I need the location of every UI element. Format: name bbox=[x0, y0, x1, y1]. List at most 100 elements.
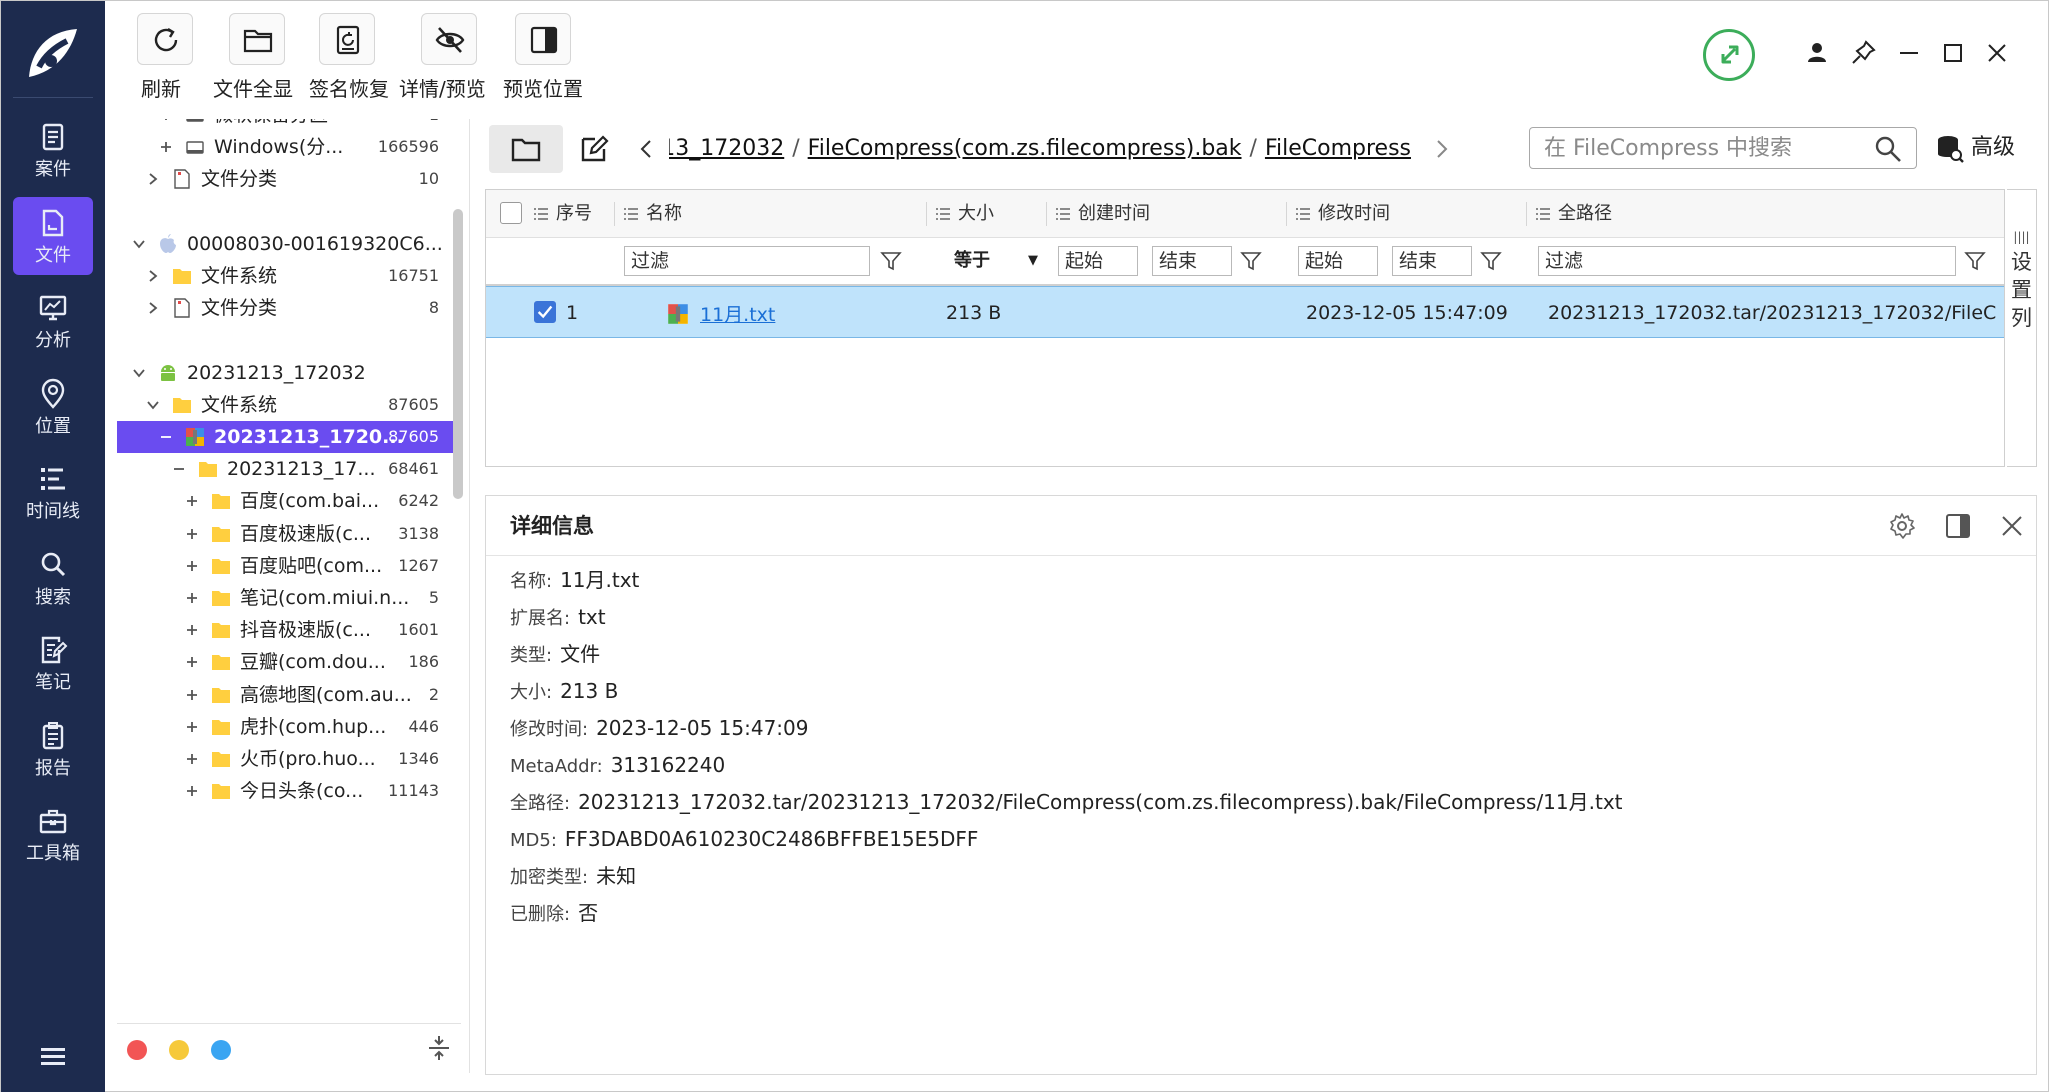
tree-node[interactable]: 微软保留分区1 bbox=[117, 119, 453, 131]
created-end-input[interactable]: 结束 bbox=[1152, 246, 1232, 276]
path-filter-input[interactable]: 过滤 bbox=[1538, 246, 1956, 276]
collapse-icon[interactable] bbox=[425, 1034, 453, 1062]
expand-icon[interactable] bbox=[158, 139, 174, 155]
tree-scrollbar[interactable] bbox=[453, 209, 463, 499]
tree-node[interactable]: 20231213_1720... 87605 bbox=[117, 421, 453, 453]
expand-icon[interactable] bbox=[184, 622, 200, 638]
tree-node[interactable]: 20231213_17... 68461 bbox=[117, 453, 453, 485]
tree-node[interactable]: 抖音极速版(c... 1601 bbox=[117, 614, 453, 646]
panel-toggle-icon[interactable] bbox=[1944, 512, 1972, 540]
tree-node[interactable]: 00008030-001619320C6... bbox=[117, 228, 453, 260]
tree-node[interactable]: 文件系统 16751 bbox=[117, 260, 453, 292]
toolbar-label-3[interactable]: 签名恢复 bbox=[309, 75, 389, 103]
name-filter-input[interactable]: 过滤 bbox=[624, 246, 870, 276]
expand-icon[interactable] bbox=[184, 783, 200, 799]
collapse-icon[interactable] bbox=[131, 365, 147, 381]
tree-node[interactable]: 今日头条(co... 11143 bbox=[117, 775, 453, 807]
expand-icon[interactable] bbox=[184, 654, 200, 670]
yellow-dot[interactable] bbox=[169, 1040, 189, 1060]
collapse-icon[interactable] bbox=[171, 461, 187, 477]
modified-start-input[interactable]: 起始 bbox=[1298, 246, 1378, 276]
tree-node[interactable]: 笔记(com.miui.n... 5 bbox=[117, 582, 453, 614]
row-checkbox[interactable] bbox=[534, 301, 556, 323]
column-settings-button[interactable]: |||| 设置列 bbox=[2007, 189, 2037, 467]
filter-icon[interactable] bbox=[1480, 250, 1502, 272]
column-divider[interactable] bbox=[1046, 202, 1047, 226]
cell-name[interactable]: 11月.txt bbox=[666, 287, 926, 339]
select-all-checkbox[interactable] bbox=[500, 202, 522, 224]
status-ring[interactable] bbox=[1703, 29, 1755, 81]
tree-node[interactable]: 文件分类 8 bbox=[117, 292, 453, 324]
column-menu-icon[interactable] bbox=[1056, 207, 1070, 221]
close-icon[interactable] bbox=[1981, 37, 2013, 69]
nav-item-toolbox[interactable]: 工具箱 bbox=[13, 795, 93, 873]
breadcrumb-item[interactable]: FileCompress bbox=[1265, 136, 1411, 161]
close-details-icon[interactable] bbox=[1998, 512, 2026, 540]
toolbar-label-2[interactable]: 文件全显 bbox=[213, 75, 293, 103]
nav-item-timeline[interactable]: 时间线 bbox=[13, 453, 93, 531]
pin-icon[interactable] bbox=[1847, 37, 1879, 69]
expand-icon[interactable] bbox=[145, 171, 161, 187]
menu-icon[interactable] bbox=[37, 1041, 69, 1073]
expand-icon[interactable] bbox=[184, 719, 200, 735]
tree-node[interactable]: 百度贴吧(com... 1267 bbox=[117, 550, 453, 582]
tree-node[interactable]: 火币(pro.huo... 1346 bbox=[117, 743, 453, 775]
nav-item-note[interactable]: 笔记 bbox=[13, 624, 93, 702]
column-menu-icon[interactable] bbox=[534, 207, 548, 221]
tree-node[interactable]: 百度(com.bai... 6242 bbox=[117, 485, 453, 517]
expand-icon[interactable] bbox=[184, 590, 200, 606]
nav-item-search[interactable]: 搜索 bbox=[13, 539, 93, 617]
tree-node[interactable]: 百度极速版(c... 3138 bbox=[117, 518, 453, 550]
nav-item-analysis[interactable]: 分析 bbox=[13, 282, 93, 360]
gear-icon[interactable] bbox=[1888, 512, 1916, 540]
chevron-left-icon[interactable] bbox=[635, 137, 659, 161]
blue-dot[interactable] bbox=[211, 1040, 231, 1060]
expand-icon[interactable] bbox=[184, 526, 200, 542]
nav-item-location[interactable]: 位置 bbox=[13, 368, 93, 446]
column-divider[interactable] bbox=[1286, 202, 1287, 226]
tree-node[interactable]: 虎扑(com.hup... 446 bbox=[117, 711, 453, 743]
filter-icon[interactable] bbox=[880, 250, 902, 272]
toolbar-button-4[interactable] bbox=[421, 13, 477, 65]
column-divider[interactable] bbox=[614, 202, 615, 226]
expand-icon[interactable] bbox=[184, 687, 200, 703]
toolbar-label-4[interactable]: 详情/预览 bbox=[399, 75, 486, 103]
toolbar-label-1[interactable]: 刷新 bbox=[141, 75, 181, 103]
user-icon[interactable] bbox=[1801, 37, 1833, 69]
column-menu-icon[interactable] bbox=[936, 207, 950, 221]
breadcrumb-item[interactable]: 20231213_172032 bbox=[669, 136, 784, 161]
maximize-icon[interactable] bbox=[1937, 37, 1969, 69]
minimize-icon[interactable] bbox=[1893, 37, 1925, 69]
collapse-icon[interactable] bbox=[145, 397, 161, 413]
expand-icon[interactable] bbox=[158, 119, 174, 123]
nav-item-report[interactable]: 报告 bbox=[13, 710, 93, 788]
column-menu-icon[interactable] bbox=[1296, 207, 1310, 221]
breadcrumb-item[interactable]: FileCompress(com.zs.filecompress).bak bbox=[808, 136, 1242, 161]
toolbar-button-3[interactable] bbox=[319, 13, 375, 65]
collapse-icon[interactable] bbox=[131, 236, 147, 252]
toolbar-button-2[interactable] bbox=[229, 13, 285, 65]
tree-node[interactable]: 豆瓣(com.dou... 186 bbox=[117, 646, 453, 678]
size-operator-select[interactable]: 等于 ▼ bbox=[942, 246, 1040, 276]
expand-icon[interactable] bbox=[184, 751, 200, 767]
modified-end-input[interactable]: 结束 bbox=[1392, 246, 1472, 276]
expand-icon[interactable] bbox=[145, 268, 161, 284]
tree-node[interactable]: Windows(分... 166596 bbox=[117, 131, 453, 163]
expand-icon[interactable] bbox=[184, 493, 200, 509]
panel-divider[interactable] bbox=[469, 119, 470, 1073]
toolbar-button-1[interactable] bbox=[137, 13, 193, 65]
nav-item-file[interactable]: 文件 bbox=[13, 196, 93, 275]
search-input[interactable] bbox=[1544, 132, 1864, 164]
created-start-input[interactable]: 起始 bbox=[1058, 246, 1138, 276]
folder-view-button[interactable] bbox=[489, 125, 563, 173]
toolbar-button-5[interactable] bbox=[515, 13, 571, 65]
expand-icon[interactable] bbox=[184, 558, 200, 574]
advanced-search-button[interactable]: 高级 bbox=[1935, 127, 2035, 169]
tree-node[interactable]: 高德地图(com.au... 2 bbox=[117, 679, 453, 711]
nav-item-case[interactable]: 案件 bbox=[13, 111, 93, 189]
table-row[interactable]: 1 11月.txt 213 B 2023-12-05 15:47:09 20231213… bbox=[486, 286, 2004, 338]
expand-icon[interactable] bbox=[145, 300, 161, 316]
column-divider[interactable] bbox=[926, 202, 927, 226]
toolbar-label-5[interactable]: 预览位置 bbox=[503, 75, 583, 103]
column-menu-icon[interactable] bbox=[624, 207, 638, 221]
